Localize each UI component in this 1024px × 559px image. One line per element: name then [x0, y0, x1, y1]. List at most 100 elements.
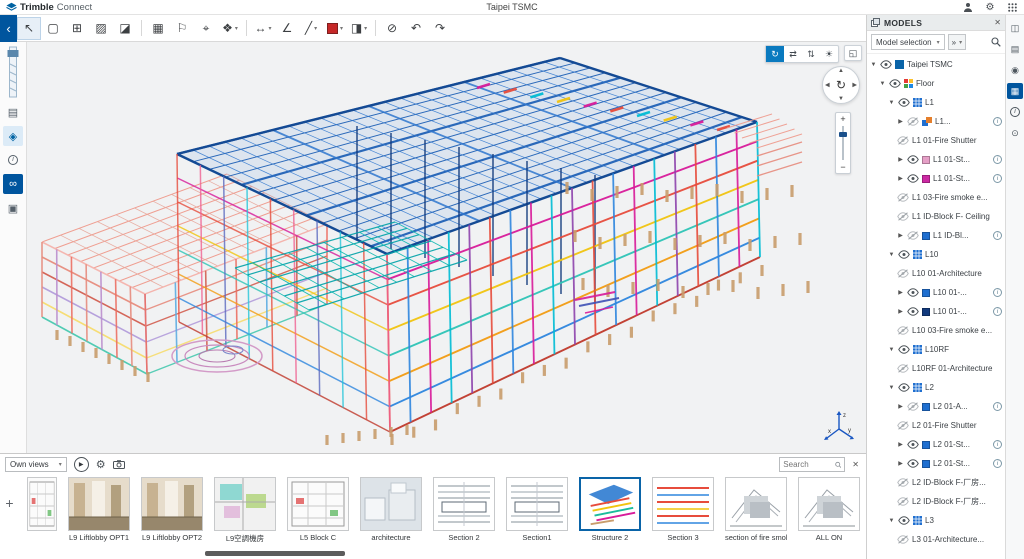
- info-icon[interactable]: i: [993, 440, 1002, 449]
- collapse-icon[interactable]: ▼: [879, 81, 886, 87]
- models-panel-close-icon[interactable]: ✕: [994, 18, 1001, 27]
- selection-mode-dropdown[interactable]: » ▾: [948, 34, 966, 50]
- tree-row[interactable]: ▶L2 01-St...i: [867, 435, 1005, 454]
- info-icon[interactable]: i: [3, 150, 23, 170]
- view-style-tool[interactable]: ◨▾: [347, 17, 371, 40]
- orbit-up-arrow[interactable]: ▲: [838, 68, 844, 74]
- views-list-icon[interactable]: ▤: [1007, 41, 1023, 57]
- views-filter-dropdown[interactable]: Own views ▾: [5, 457, 67, 472]
- view-thumbnail[interactable]: [360, 477, 422, 531]
- orbit-tool[interactable]: ↻: [766, 46, 784, 62]
- user-icon[interactable]: [962, 1, 974, 13]
- visibility-off-icon[interactable]: [897, 326, 909, 335]
- view-card[interactable]: Section 2: [433, 477, 495, 542]
- expand-icon[interactable]: ▶: [897, 175, 904, 182]
- view-thumbnail[interactable]: [68, 477, 130, 531]
- create-view-button[interactable]: [113, 460, 125, 469]
- section-plane-slider[interactable]: [6, 46, 20, 98]
- visibility-on-icon[interactable]: [898, 250, 910, 259]
- ghost-mode-icon[interactable]: ▣: [3, 198, 23, 218]
- clear-markup-tool[interactable]: ⊘: [380, 17, 404, 40]
- select-tool[interactable]: ↖: [17, 17, 41, 40]
- tree-row[interactable]: L1 01-Fire Shutter: [867, 131, 1005, 150]
- collapse-icon[interactable]: ▼: [888, 252, 895, 258]
- tree-row[interactable]: L1 ID-Block F- Ceiling: [867, 207, 1005, 226]
- tree-row[interactable]: ▶L1 ID-Bl...i: [867, 226, 1005, 245]
- models-icon[interactable]: ▦: [1007, 83, 1023, 99]
- markup-color-tool[interactable]: ▾: [323, 17, 347, 40]
- info-icon[interactable]: i: [993, 155, 1002, 164]
- tree-row[interactable]: ▶L1 01-St...i: [867, 150, 1005, 169]
- tree-row[interactable]: L1 03-Fire smoke e...: [867, 188, 1005, 207]
- visibility-on-icon[interactable]: [907, 155, 919, 164]
- visibility-off-icon[interactable]: [907, 402, 919, 411]
- visibility-on-icon[interactable]: [907, 174, 919, 183]
- visibility-off-icon[interactable]: [897, 193, 909, 202]
- view-thumbnail[interactable]: [725, 477, 787, 531]
- visibility-off-icon[interactable]: [897, 269, 909, 278]
- redo-button[interactable]: ↷: [428, 17, 452, 40]
- visibility-off-icon[interactable]: [897, 212, 909, 221]
- tree-row[interactable]: ▼L10: [867, 245, 1005, 264]
- views-search-box[interactable]: [779, 457, 845, 472]
- tree-row[interactable]: ▼L10RF: [867, 340, 1005, 359]
- fullscreen-button[interactable]: ◱: [844, 45, 862, 61]
- view-card[interactable]: section of fire smok: [725, 477, 787, 542]
- tree-row[interactable]: ▼L3: [867, 511, 1005, 530]
- add-view-button[interactable]: +: [3, 495, 16, 511]
- view-card[interactable]: [27, 477, 57, 542]
- visibility-on-icon[interactable]: [898, 383, 910, 392]
- view-card[interactable]: architecture: [360, 477, 422, 542]
- view-card[interactable]: ALL ON: [798, 477, 860, 542]
- visibility-box-tool[interactable]: ◪: [113, 17, 137, 40]
- visibility-on-icon[interactable]: [907, 288, 919, 297]
- orbit-control[interactable]: ▲ ▼ ◀ ▶ ↻: [822, 66, 860, 104]
- zoom-slider[interactable]: + −: [835, 112, 851, 174]
- visibility-on-icon[interactable]: [898, 345, 910, 354]
- tree-row[interactable]: L2 ID-Block F-厂房...: [867, 473, 1005, 492]
- views-scrollbar[interactable]: [0, 551, 866, 557]
- expand-icon[interactable]: ▶: [897, 403, 904, 410]
- visibility-on-icon[interactable]: [898, 98, 910, 107]
- tree-row[interactable]: ▼L2: [867, 378, 1005, 397]
- visibility-on-icon[interactable]: [907, 440, 919, 449]
- tree-row[interactable]: ▶L1 01-St...i: [867, 169, 1005, 188]
- visibility-off-icon[interactable]: [897, 497, 909, 506]
- pan-tool[interactable]: ⇄: [784, 46, 802, 62]
- area-select-tool[interactable]: ▢: [41, 17, 65, 40]
- tree-row[interactable]: ▼Taipei TSMC: [867, 55, 1005, 74]
- visibility-on-icon[interactable]: [889, 79, 901, 88]
- view-card[interactable]: Section 3: [652, 477, 714, 542]
- share-link-icon[interactable]: ∞: [3, 174, 23, 194]
- view-thumbnail[interactable]: [433, 477, 495, 531]
- tree-row[interactable]: L2 01-Fire Shutter: [867, 416, 1005, 435]
- visibility-off-icon[interactable]: [897, 478, 909, 487]
- view-thumbnail[interactable]: [798, 477, 860, 531]
- expand-icon[interactable]: ▶: [897, 308, 904, 315]
- visibility-off-icon[interactable]: [897, 535, 909, 544]
- tree-row[interactable]: ▶L10 01-...i: [867, 302, 1005, 321]
- visibility-icon[interactable]: ◉: [1007, 62, 1023, 78]
- expand-icon[interactable]: ▶: [897, 232, 904, 239]
- zoom-track[interactable]: [842, 126, 844, 160]
- zoom-in-button[interactable]: +: [840, 113, 845, 125]
- angle-measure-tool[interactable]: ∠: [275, 17, 299, 40]
- tree-row[interactable]: ▶L2 01-St...i: [867, 454, 1005, 473]
- undo-button[interactable]: ↶: [404, 17, 428, 40]
- sync-status-icon[interactable]: ⊙: [1007, 125, 1023, 141]
- view-thumbnail[interactable]: [141, 477, 203, 531]
- markup-draw-tool[interactable]: ╱▾: [299, 17, 323, 40]
- zoom-handle[interactable]: [839, 132, 847, 137]
- view-card[interactable]: Structure 2: [579, 477, 641, 542]
- markup-list-icon[interactable]: ▤: [3, 102, 23, 122]
- visibility-off-icon[interactable]: [897, 364, 909, 373]
- visibility-off-icon[interactable]: [897, 421, 909, 430]
- brand[interactable]: Trimble Connect: [6, 2, 92, 13]
- tree-row[interactable]: L10 03-Fire smoke e...: [867, 321, 1005, 340]
- info-icon[interactable]: i: [993, 459, 1002, 468]
- views-settings-button[interactable]: ⚙: [96, 458, 106, 471]
- view-state-icon[interactable]: ◈: [3, 126, 23, 146]
- view-thumbnail[interactable]: [506, 477, 568, 531]
- orbit-down-arrow[interactable]: ▼: [838, 96, 844, 102]
- visibility-off-icon[interactable]: [907, 231, 919, 240]
